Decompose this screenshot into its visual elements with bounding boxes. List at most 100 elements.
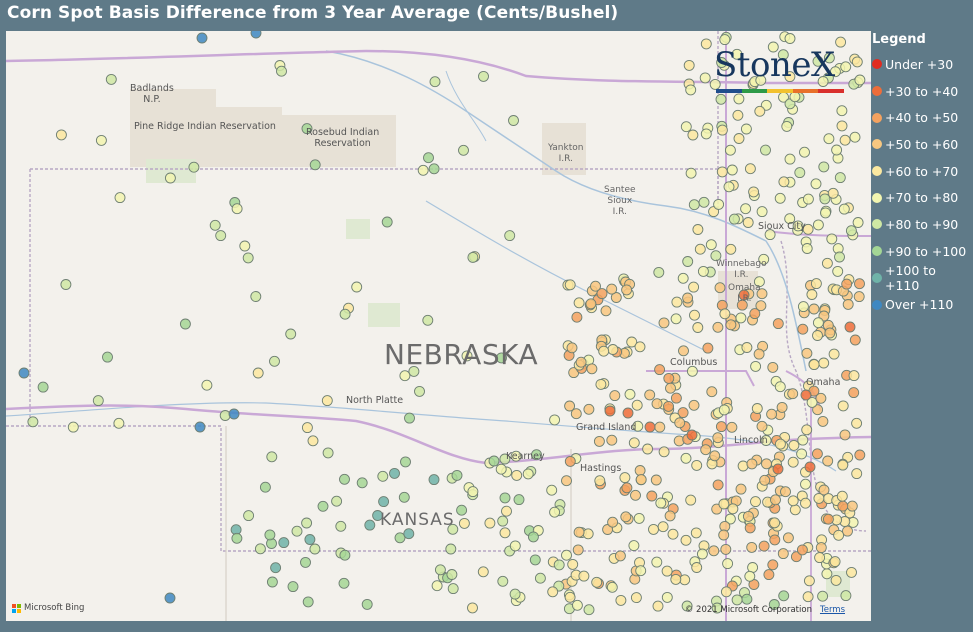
- basis-point[interactable]: [692, 224, 704, 235]
- basis-point[interactable]: [812, 317, 824, 329]
- basis-point[interactable]: [839, 429, 851, 441]
- basis-point[interactable]: [846, 566, 857, 578]
- basis-point[interactable]: [254, 543, 266, 555]
- basis-point[interactable]: [802, 591, 814, 603]
- basis-point[interactable]: [854, 74, 866, 86]
- basis-point[interactable]: [838, 203, 850, 215]
- basis-point[interactable]: [700, 38, 712, 50]
- basis-point[interactable]: [242, 252, 254, 264]
- basis-point[interactable]: [719, 34, 731, 46]
- basis-point[interactable]: [788, 439, 800, 451]
- basis-point[interactable]: [631, 399, 643, 411]
- basis-point[interactable]: [722, 558, 734, 570]
- basis-point[interactable]: [478, 70, 489, 82]
- basis-point[interactable]: [824, 327, 836, 339]
- basis-point[interactable]: [529, 554, 541, 566]
- basis-point[interactable]: [179, 318, 191, 330]
- basis-point[interactable]: [644, 389, 656, 401]
- basis-point[interactable]: [801, 347, 813, 359]
- basis-point[interactable]: [458, 517, 470, 529]
- basis-point[interactable]: [677, 272, 689, 284]
- basis-point[interactable]: [746, 541, 758, 553]
- basis-point[interactable]: [301, 422, 313, 434]
- basis-point[interactable]: [686, 429, 698, 441]
- basis-point[interactable]: [846, 500, 858, 512]
- basis-point[interactable]: [742, 217, 754, 228]
- basis-point[interactable]: [547, 586, 559, 598]
- basis-point[interactable]: [697, 265, 709, 277]
- basis-point[interactable]: [215, 230, 227, 242]
- basis-point[interactable]: [800, 478, 811, 490]
- basis-point[interactable]: [727, 503, 739, 515]
- basis-point[interactable]: [663, 372, 675, 384]
- basis-point[interactable]: [628, 540, 640, 552]
- basis-point[interactable]: [849, 334, 861, 346]
- basis-point[interactable]: [377, 470, 389, 482]
- basis-point[interactable]: [830, 574, 842, 586]
- basis-point[interactable]: [818, 357, 830, 369]
- basis-point[interactable]: [740, 123, 752, 135]
- basis-point[interactable]: [789, 504, 801, 516]
- basis-point[interactable]: [848, 370, 860, 382]
- basis-point[interactable]: [164, 592, 176, 604]
- basis-point[interactable]: [731, 594, 743, 606]
- basis-point[interactable]: [564, 591, 576, 603]
- basis-point[interactable]: [801, 424, 813, 436]
- basis-point[interactable]: [696, 548, 708, 560]
- basis-point[interactable]: [622, 407, 634, 419]
- basis-point[interactable]: [751, 403, 763, 414]
- terms-link[interactable]: Terms: [820, 605, 845, 615]
- basis-point[interactable]: [664, 510, 676, 522]
- basis-point[interactable]: [682, 256, 694, 267]
- basis-point[interactable]: [400, 456, 411, 468]
- basis-point[interactable]: [828, 348, 840, 360]
- basis-point[interactable]: [630, 592, 642, 604]
- basis-point[interactable]: [446, 569, 458, 580]
- basis-point[interactable]: [758, 540, 770, 552]
- basis-point[interactable]: [849, 131, 861, 143]
- basis-point[interactable]: [578, 570, 590, 582]
- basis-point[interactable]: [300, 556, 311, 568]
- basis-point[interactable]: [499, 527, 511, 539]
- basis-point[interactable]: [598, 345, 610, 357]
- basis-point[interactable]: [287, 581, 299, 593]
- basis-point[interactable]: [688, 199, 700, 211]
- basis-point[interactable]: [741, 593, 753, 605]
- basis-point[interactable]: [716, 166, 728, 178]
- basis-point[interactable]: [607, 516, 619, 528]
- basis-point[interactable]: [705, 239, 717, 251]
- basis-point[interactable]: [567, 558, 579, 570]
- basis-point[interactable]: [689, 309, 700, 321]
- basis-point[interactable]: [801, 243, 813, 254]
- basis-point[interactable]: [509, 588, 521, 600]
- basis-point[interactable]: [37, 381, 49, 393]
- basis-point[interactable]: [624, 388, 636, 400]
- basis-point[interactable]: [55, 129, 67, 141]
- legend-item[interactable]: +30 to +40: [872, 78, 973, 105]
- basis-point[interactable]: [840, 61, 852, 73]
- basis-point[interactable]: [546, 484, 558, 496]
- basis-point[interactable]: [651, 556, 663, 568]
- basis-point[interactable]: [750, 360, 762, 372]
- basis-point[interactable]: [364, 519, 376, 531]
- basis-point[interactable]: [291, 525, 303, 537]
- basis-point[interactable]: [685, 494, 697, 506]
- basis-point[interactable]: [726, 164, 738, 176]
- basis-point[interactable]: [812, 330, 823, 341]
- basis-point[interactable]: [620, 511, 632, 523]
- basis-point[interactable]: [813, 492, 825, 504]
- basis-point[interactable]: [495, 463, 507, 475]
- basis-point[interactable]: [836, 105, 848, 117]
- basis-point[interactable]: [688, 399, 700, 411]
- basis-point[interactable]: [817, 590, 829, 602]
- basis-point[interactable]: [497, 515, 509, 527]
- basis-point[interactable]: [778, 176, 790, 188]
- basis-point[interactable]: [718, 529, 730, 541]
- basis-point[interactable]: [750, 496, 761, 508]
- basis-point[interactable]: [794, 167, 806, 179]
- legend-item[interactable]: +70 to +80: [872, 184, 973, 211]
- basis-point[interactable]: [821, 568, 833, 580]
- basis-point[interactable]: [728, 213, 740, 225]
- basis-point[interactable]: [573, 526, 585, 538]
- basis-point[interactable]: [776, 401, 788, 413]
